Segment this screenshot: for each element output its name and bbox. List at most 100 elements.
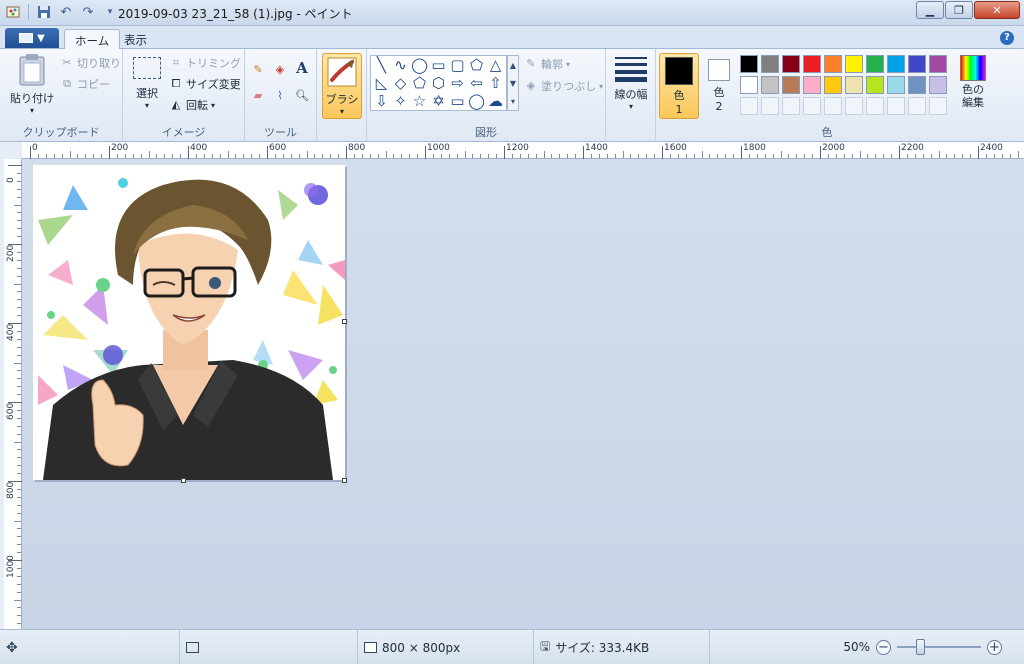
resize-handle-right[interactable] xyxy=(342,319,347,324)
shapes-gallery[interactable]: ╲ ∿ ◯ ▭ ▢ ⬠ △ ◺ ◇ ⬠ ⬡ ⇨ ⇦ ⇧ ⇩ ✧ ☆ ✡ ▭ ◯ … xyxy=(370,55,507,111)
ruler-minor-tick xyxy=(17,449,21,451)
selection-icon xyxy=(133,57,161,79)
six-point-star-shape-icon[interactable]: ✡ xyxy=(430,93,447,110)
save-icon[interactable] xyxy=(35,3,53,21)
ruler-minor-tick xyxy=(338,154,340,158)
color-picker-tool[interactable]: ⌇ xyxy=(273,89,287,103)
ruler-minor-tick xyxy=(17,172,21,174)
ruler-minor-tick xyxy=(17,394,21,396)
scroll-down-icon[interactable]: ▼ xyxy=(510,79,516,88)
up-arrow-shape-icon[interactable]: ⇧ xyxy=(487,75,504,92)
ruler-minor-tick xyxy=(567,154,569,158)
canvas-area[interactable] xyxy=(22,159,1024,629)
paint-app-icon[interactable] xyxy=(4,3,22,21)
maximize-button[interactable]: ❐ xyxy=(945,1,973,19)
cloud-callout-shape-icon[interactable]: ☁ xyxy=(487,93,504,110)
fill-button[interactable]: ◈ 塗りつぶし ▾ xyxy=(524,78,603,94)
scroll-up-icon[interactable]: ▲ xyxy=(510,61,516,70)
ruler-minor-tick xyxy=(17,512,21,514)
triangle-shape-icon[interactable]: △ xyxy=(487,57,504,74)
resize-handle-corner[interactable] xyxy=(342,478,347,483)
ruler-minor-tick xyxy=(227,151,229,158)
line-shape-icon[interactable]: ╲ xyxy=(373,57,390,74)
oval-shape-icon[interactable]: ◯ xyxy=(411,57,428,74)
ruler-minor-tick xyxy=(669,154,671,158)
ruler-tick xyxy=(820,146,821,159)
redo-icon[interactable]: ↷ xyxy=(79,3,97,21)
rect-callout-shape-icon[interactable]: ▭ xyxy=(449,93,466,110)
zoom-slider[interactable] xyxy=(897,639,981,655)
resize-handle-bottom[interactable] xyxy=(181,478,186,483)
eyedropper-icon: ⌇ xyxy=(277,89,283,102)
rotate-button[interactable]: ◭ 回転 ▾ xyxy=(169,97,215,113)
ruler-minor-tick xyxy=(772,154,774,158)
rounded-rectangle-shape-icon[interactable]: ▢ xyxy=(449,57,466,74)
paste-button[interactable]: 貼り付け ▾ xyxy=(8,53,56,115)
curve-shape-icon[interactable]: ∿ xyxy=(392,57,409,74)
pencil-tool[interactable]: ✎ xyxy=(251,63,265,77)
size-group: 線の幅 ▾ xyxy=(606,49,656,142)
fill-tool[interactable]: ◈ xyxy=(273,63,287,77)
ruler-minor-tick xyxy=(519,154,521,158)
polygon-shape-icon[interactable]: ⬠ xyxy=(468,57,485,74)
ruler-minor-tick xyxy=(314,154,316,158)
ruler-label: 600 xyxy=(6,402,16,420)
rectangle-shape-icon[interactable]: ▭ xyxy=(430,57,447,74)
tab-home[interactable]: ホーム xyxy=(64,29,121,50)
tab-view[interactable]: 表示 xyxy=(114,29,157,50)
outline-button[interactable]: ✎ 輪郭 ▾ xyxy=(524,56,570,72)
ruler-minor-tick xyxy=(330,154,332,158)
paste-label: 貼り付け xyxy=(10,92,54,105)
image-dimensions: 800 × 800px xyxy=(382,640,461,655)
fill-label: 塗りつぶし xyxy=(541,80,597,93)
ruler-minor-tick xyxy=(17,236,21,238)
shapes-scrollbar[interactable]: ▲ ▼ ▾ xyxy=(507,55,519,111)
ruler-tick xyxy=(504,146,505,159)
ruler-minor-tick xyxy=(733,154,735,158)
zoom-out-button[interactable]: − xyxy=(876,639,891,655)
oval-callout-shape-icon[interactable]: ◯ xyxy=(468,93,485,110)
zoom-in-button[interactable]: + xyxy=(987,639,1002,655)
ruler-label: 800 xyxy=(6,481,16,499)
close-button[interactable]: ✕ xyxy=(974,1,1020,19)
right-triangle-shape-icon[interactable]: ◺ xyxy=(373,75,390,92)
ruler-minor-tick xyxy=(496,154,498,158)
cut-button[interactable]: ✂ 切り取り xyxy=(60,55,121,71)
ruler-minor-tick xyxy=(361,154,363,158)
five-point-star-shape-icon[interactable]: ☆ xyxy=(411,93,428,110)
ruler-minor-tick xyxy=(17,180,21,182)
resize-button[interactable]: ⧠ サイズ変更 xyxy=(169,76,241,92)
left-arrow-shape-icon[interactable]: ⇦ xyxy=(468,75,485,92)
down-arrow-shape-icon[interactable]: ⇩ xyxy=(373,93,390,110)
diamond-shape-icon[interactable]: ◇ xyxy=(392,75,409,92)
minimize-button[interactable]: ▁ xyxy=(916,1,944,19)
ruler-label: 0 xyxy=(6,177,16,183)
ruler-label: 200 xyxy=(6,244,16,262)
crop-button[interactable]: ⌗ トリミング xyxy=(169,55,241,71)
four-point-star-shape-icon[interactable]: ✧ xyxy=(392,93,409,110)
bucket-icon: ◈ xyxy=(275,63,285,76)
right-arrow-shape-icon[interactable]: ⇨ xyxy=(449,75,466,92)
ruler-minor-tick xyxy=(124,154,126,158)
canvas-image[interactable] xyxy=(33,165,345,480)
help-icon[interactable]: ? xyxy=(1000,31,1014,45)
undo-icon[interactable]: ↶ xyxy=(57,3,75,21)
magnifier-tool[interactable]: 🔍︎ xyxy=(295,89,309,103)
select-button[interactable]: 選択 ▾ xyxy=(129,57,165,110)
zoom-slider-thumb[interactable] xyxy=(916,639,925,655)
copy-button[interactable]: ⧉ コピー xyxy=(60,76,110,92)
paint-menu-button[interactable]: ▼ xyxy=(5,28,59,48)
brush-button[interactable]: ブラシ ▾ xyxy=(322,53,362,119)
line-width-icon xyxy=(615,57,647,82)
ruler-minor-tick xyxy=(17,378,21,380)
ruler-minor-tick xyxy=(835,154,837,158)
expand-gallery-icon[interactable]: ▾ xyxy=(511,97,515,106)
eraser-tool[interactable]: ▰ xyxy=(251,89,265,103)
line-width-button[interactable]: 線の幅 ▾ xyxy=(611,55,651,111)
ruler-minor-tick xyxy=(464,151,466,158)
hexagon-shape-icon[interactable]: ⬡ xyxy=(430,75,447,92)
pentagon-shape-icon[interactable]: ⬠ xyxy=(411,75,428,92)
customize-qat-icon[interactable]: ▾ xyxy=(101,3,119,21)
text-tool[interactable]: A xyxy=(295,61,309,76)
ruler-minor-tick xyxy=(17,315,21,317)
